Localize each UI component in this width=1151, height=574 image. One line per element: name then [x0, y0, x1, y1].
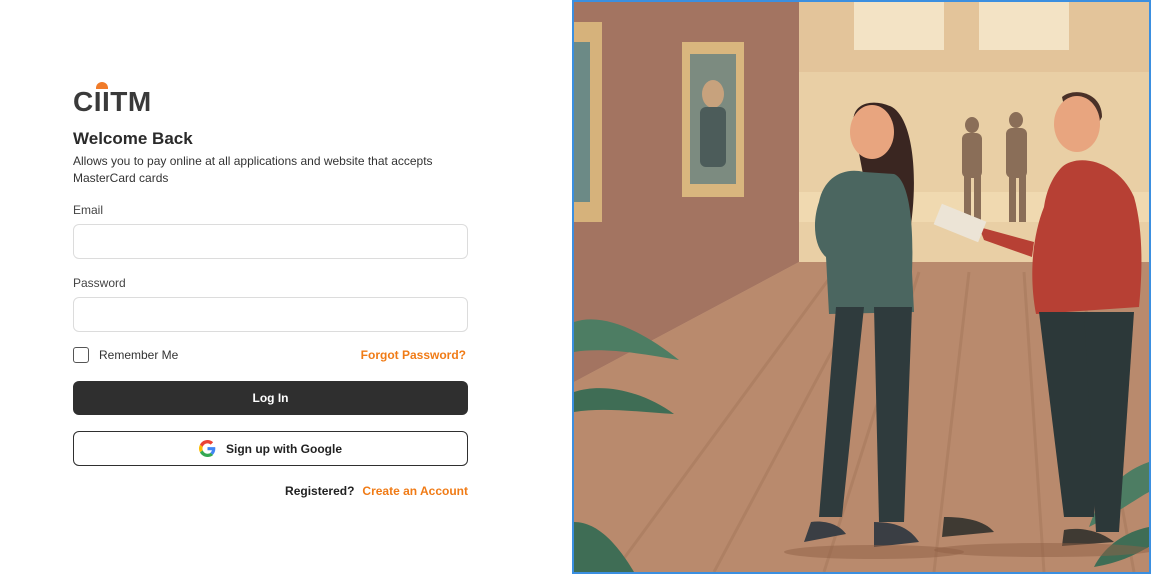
remember-me-label: Remember Me: [99, 348, 179, 362]
password-field[interactable]: [73, 297, 468, 332]
hero-illustration-panel: [572, 0, 1151, 574]
forgot-password-link[interactable]: Forgot Password?: [361, 348, 466, 362]
login-panel: CIITM Welcome Back Allows you to pay onl…: [0, 0, 572, 574]
register-prompt: Registered? Create an Account: [285, 484, 468, 498]
remember-me: Remember Me: [73, 347, 178, 363]
google-signup-label: Sign up with Google: [226, 441, 342, 456]
page-subtitle: Allows you to pay online at all applicat…: [73, 154, 433, 185]
page-title: Welcome Back: [73, 129, 193, 148]
email-field[interactable]: [73, 224, 468, 259]
google-signup-button[interactable]: Sign up with Google: [73, 431, 468, 466]
logo-accent-dot: [96, 82, 108, 89]
logo-text: CIITM: [73, 86, 152, 117]
login-button[interactable]: Log In: [73, 381, 468, 415]
gallery-illustration: [574, 2, 1149, 572]
email-label: Email: [73, 203, 104, 217]
registered-label: Registered?: [285, 484, 355, 498]
brand-logo: CIITM: [73, 82, 152, 117]
password-label: Password: [73, 276, 126, 290]
remember-me-checkbox[interactable]: [73, 347, 89, 363]
google-icon: [199, 440, 216, 457]
create-account-link[interactable]: Create an Account: [362, 484, 468, 498]
